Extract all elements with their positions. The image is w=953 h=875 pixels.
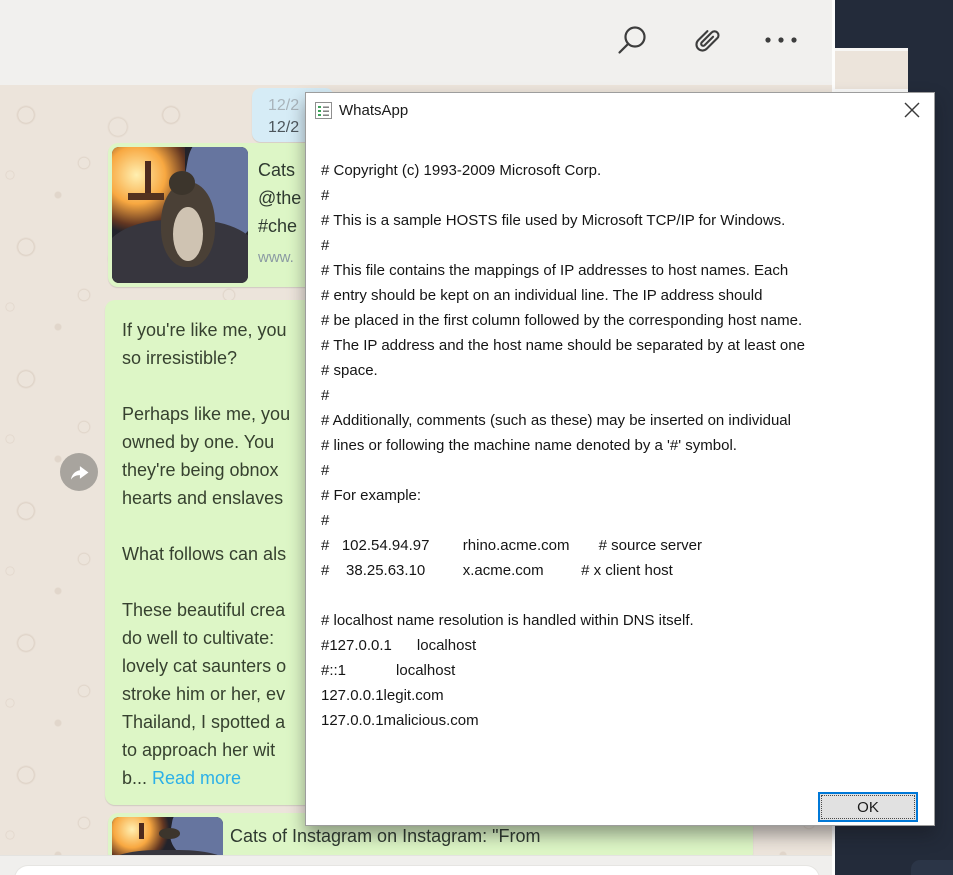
- hosts-line: # The IP address and the host name shoul…: [321, 333, 928, 358]
- hosts-line: # 102.54.94.97 rhino.acme.com # source s…: [321, 533, 928, 558]
- preview-line: @the: [258, 188, 301, 208]
- close-button[interactable]: [896, 95, 928, 125]
- preview-line: #che: [258, 216, 297, 236]
- compose-bar: [0, 855, 832, 875]
- dialog-titlebar: WhatsApp: [306, 93, 934, 129]
- hosts-line: # This is a sample HOSTS file used by Mi…: [321, 208, 928, 233]
- hosts-line: # lines or following the machine name de…: [321, 433, 928, 458]
- cat-photo-thumbnail-small[interactable]: [112, 817, 223, 855]
- hosts-line: 127.0.0.1legit.com: [321, 683, 928, 708]
- hosts-line: # This file contains the mappings of IP …: [321, 258, 928, 283]
- cat-head: [159, 828, 180, 839]
- hosts-line: # Additionally, comments (such as these)…: [321, 408, 928, 433]
- dialog-title: WhatsApp: [339, 102, 408, 119]
- chat-toolbar: [0, 0, 832, 85]
- ok-button[interactable]: OK: [818, 792, 918, 822]
- hosts-line: #: [321, 383, 928, 408]
- hosts-line: # Copyright (c) 1993-2009 Microsoft Corp…: [321, 158, 928, 183]
- hosts-line: # 38.25.63.10 x.acme.com # x client host: [321, 558, 928, 583]
- forward-arrow-icon: [68, 463, 90, 481]
- shelf: [128, 193, 163, 200]
- hosts-line: #: [321, 233, 928, 258]
- forward-message-button[interactable]: [60, 453, 98, 491]
- search-icon[interactable]: [613, 22, 651, 65]
- message-input[interactable]: [14, 865, 820, 875]
- hosts-line: #::1 localhost: [321, 658, 928, 683]
- link-preview-text: Cats @the #che: [258, 156, 301, 240]
- screen: 12/2 12/2 Cats@the#che www.: [0, 0, 953, 875]
- read-more-link[interactable]: Read more: [152, 768, 241, 788]
- hosts-line: # localhost name resolution is handled w…: [321, 608, 928, 633]
- link-preview-title: Cats of Instagram on Instagram: "From: [230, 826, 541, 847]
- truncation-text: b...: [122, 768, 152, 788]
- hosts-line: 127.0.0.1malicious.com: [321, 708, 928, 733]
- hosts-file-content: # Copyright (c) 1993-2009 Microsoft Corp…: [321, 129, 928, 733]
- hosts-line: # space.: [321, 358, 928, 383]
- wallpaper-strip: [835, 48, 908, 92]
- lamp: [145, 161, 152, 196]
- hosts-line: #: [321, 458, 928, 483]
- close-icon: [903, 101, 921, 119]
- dialog-list-icon: [315, 102, 332, 124]
- lamp: [139, 823, 145, 839]
- menu-ellipsis-icon[interactable]: [760, 33, 804, 52]
- hosts-line: # entry should be kept on an individual …: [321, 283, 928, 308]
- link-preview-url[interactable]: www.: [258, 249, 294, 266]
- hosts-line: #: [321, 508, 928, 533]
- cat-head: [169, 171, 195, 194]
- cat-belly: [173, 207, 203, 261]
- whatsapp-alert-dialog: WhatsApp # Copyright (c) 1993-2009 Micro…: [305, 92, 935, 826]
- hosts-line: # be placed in the first column followed…: [321, 308, 928, 333]
- hosts-line: #: [321, 183, 928, 208]
- hosts-line: #127.0.0.1 localhost: [321, 633, 928, 658]
- cat-photo-thumbnail[interactable]: [112, 147, 248, 283]
- attach-paperclip-icon[interactable]: [686, 21, 726, 66]
- hosts-line: [321, 583, 928, 608]
- bottom-right-card: [911, 860, 953, 875]
- hosts-line: # For example:: [321, 483, 928, 508]
- preview-line: Cats: [258, 160, 295, 180]
